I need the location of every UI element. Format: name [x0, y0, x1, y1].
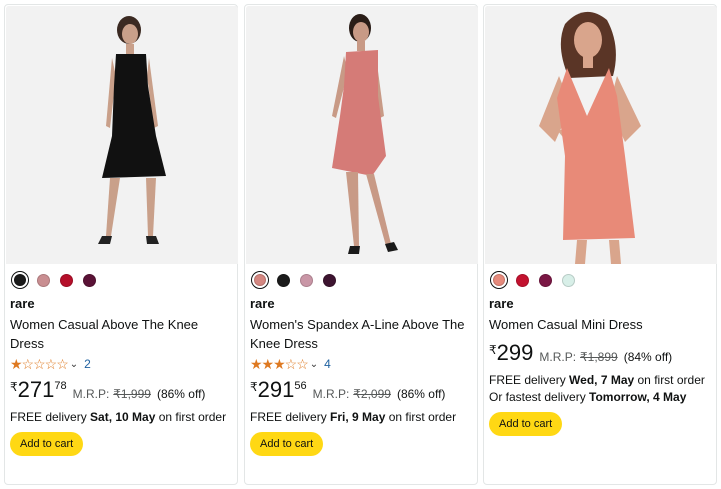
color-swatch[interactable] — [536, 271, 554, 289]
star-rating[interactable]: ★☆☆☆☆ — [10, 357, 69, 371]
currency-symbol: ₹ — [10, 380, 18, 394]
mrp-label: M.R.P: — [539, 350, 577, 364]
discount-label: (86% off) — [156, 387, 206, 401]
rating-count[interactable]: 4 — [324, 357, 331, 371]
color-swatch[interactable] — [11, 271, 29, 289]
add-to-cart-button[interactable]: Add to cart — [489, 412, 563, 436]
swatch-color — [515, 273, 529, 287]
product-image[interactable] — [6, 6, 238, 264]
color-swatches — [11, 271, 98, 289]
brand-name: rare — [250, 296, 275, 311]
color-swatch[interactable] — [559, 271, 577, 289]
delivery-suffix: on first order — [155, 410, 227, 424]
fastest-delivery-date: Tomorrow, 4 May — [589, 390, 687, 404]
swatch-color — [299, 273, 313, 287]
discount-label: (84% off) — [623, 350, 673, 364]
chevron-down-icon[interactable]: ⌄ — [70, 359, 78, 370]
add-to-cart-button[interactable]: Add to cart — [10, 432, 84, 456]
price-row: ₹ 299 M.R.P: ₹1,899 (84% off) — [489, 341, 710, 367]
product-title[interactable]: Women Casual Mini Dress — [489, 315, 710, 334]
swatch-color — [254, 274, 266, 286]
product-title[interactable]: Women Casual Above The Knee Dress — [10, 315, 231, 353]
color-swatches — [490, 271, 577, 289]
fastest-delivery-prefix: Or fastest delivery — [489, 390, 590, 404]
price-whole: 271 — [17, 377, 55, 402]
color-swatches — [251, 271, 338, 289]
product-card[interactable]: rare Women Casual Above The Knee Dress ★… — [4, 4, 238, 485]
product-image[interactable] — [246, 6, 478, 264]
product-card[interactable]: rare Women's Spandex A-Line Above The Kn… — [244, 4, 478, 485]
mrp-label: M.R.P: — [312, 387, 350, 401]
price-row: ₹ 271 78 M.R.P: ₹1,999 (86% off) — [10, 378, 231, 404]
delivery-prefix: FREE delivery — [10, 410, 91, 424]
product-image[interactable] — [485, 6, 717, 264]
color-swatch[interactable] — [34, 271, 52, 289]
star-rating[interactable]: ★★★☆☆ — [250, 357, 309, 371]
color-swatch[interactable] — [297, 271, 315, 289]
color-swatch[interactable] — [80, 271, 98, 289]
swatch-color — [276, 273, 290, 287]
delivery-suffix: on first order — [385, 410, 457, 424]
brand-name: rare — [10, 296, 35, 311]
brand-name: rare — [489, 296, 514, 311]
discount-label: (86% off) — [396, 387, 446, 401]
rating-row: ★★★☆☆ ⌄ 4 — [250, 356, 471, 372]
price-fraction: 78 — [54, 380, 67, 392]
product-title[interactable]: Women's Spandex A-Line Above The Knee Dr… — [250, 315, 471, 353]
swatch-color — [36, 273, 50, 287]
price-row: ₹ 291 56 M.R.P: ₹2,099 (86% off) — [250, 378, 471, 404]
color-swatch[interactable] — [490, 271, 508, 289]
delivery-info: FREE delivery Fri, 9 May on first order — [250, 409, 471, 426]
swatch-color — [538, 273, 552, 287]
color-swatch[interactable] — [320, 271, 338, 289]
rating-row: ★☆☆☆☆ ⌄ 2 — [10, 356, 231, 372]
color-swatch[interactable] — [251, 271, 269, 289]
add-to-cart-button[interactable]: Add to cart — [250, 432, 324, 456]
swatch-color — [561, 273, 575, 287]
mrp-value: ₹1,999 — [113, 387, 151, 401]
price-fraction: 56 — [294, 380, 307, 392]
currency-symbol: ₹ — [250, 380, 258, 394]
delivery-date: Fri, 9 May — [330, 410, 386, 424]
chevron-down-icon[interactable]: ⌄ — [310, 359, 318, 370]
swatch-color — [322, 273, 336, 287]
color-swatch[interactable] — [274, 271, 292, 289]
price-whole: 291 — [257, 377, 295, 402]
delivery-prefix: FREE delivery — [250, 410, 331, 424]
price-whole: 299 — [496, 340, 534, 365]
mrp-value: ₹1,899 — [580, 350, 618, 364]
delivery-info: FREE delivery Sat, 10 May on first order — [10, 409, 231, 426]
delivery-date: Wed, 7 May — [569, 373, 635, 387]
color-swatch[interactable] — [57, 271, 75, 289]
delivery-prefix: FREE delivery — [489, 373, 570, 387]
color-swatch[interactable] — [513, 271, 531, 289]
mrp-label: M.R.P: — [72, 387, 110, 401]
swatch-color — [493, 274, 505, 286]
delivery-date: Sat, 10 May — [90, 410, 156, 424]
delivery-suffix: on first order — [634, 373, 705, 387]
swatch-color — [59, 273, 73, 287]
product-card[interactable]: rare Women Casual Mini Dress ₹ 299 M.R.P… — [483, 4, 717, 485]
delivery-info: FREE delivery Wed, 7 May on first order O… — [489, 372, 710, 406]
mrp-value: ₹2,099 — [353, 387, 391, 401]
swatch-color — [14, 274, 26, 286]
rating-count[interactable]: 2 — [84, 357, 91, 371]
swatch-color — [82, 273, 96, 287]
currency-symbol: ₹ — [489, 343, 497, 357]
